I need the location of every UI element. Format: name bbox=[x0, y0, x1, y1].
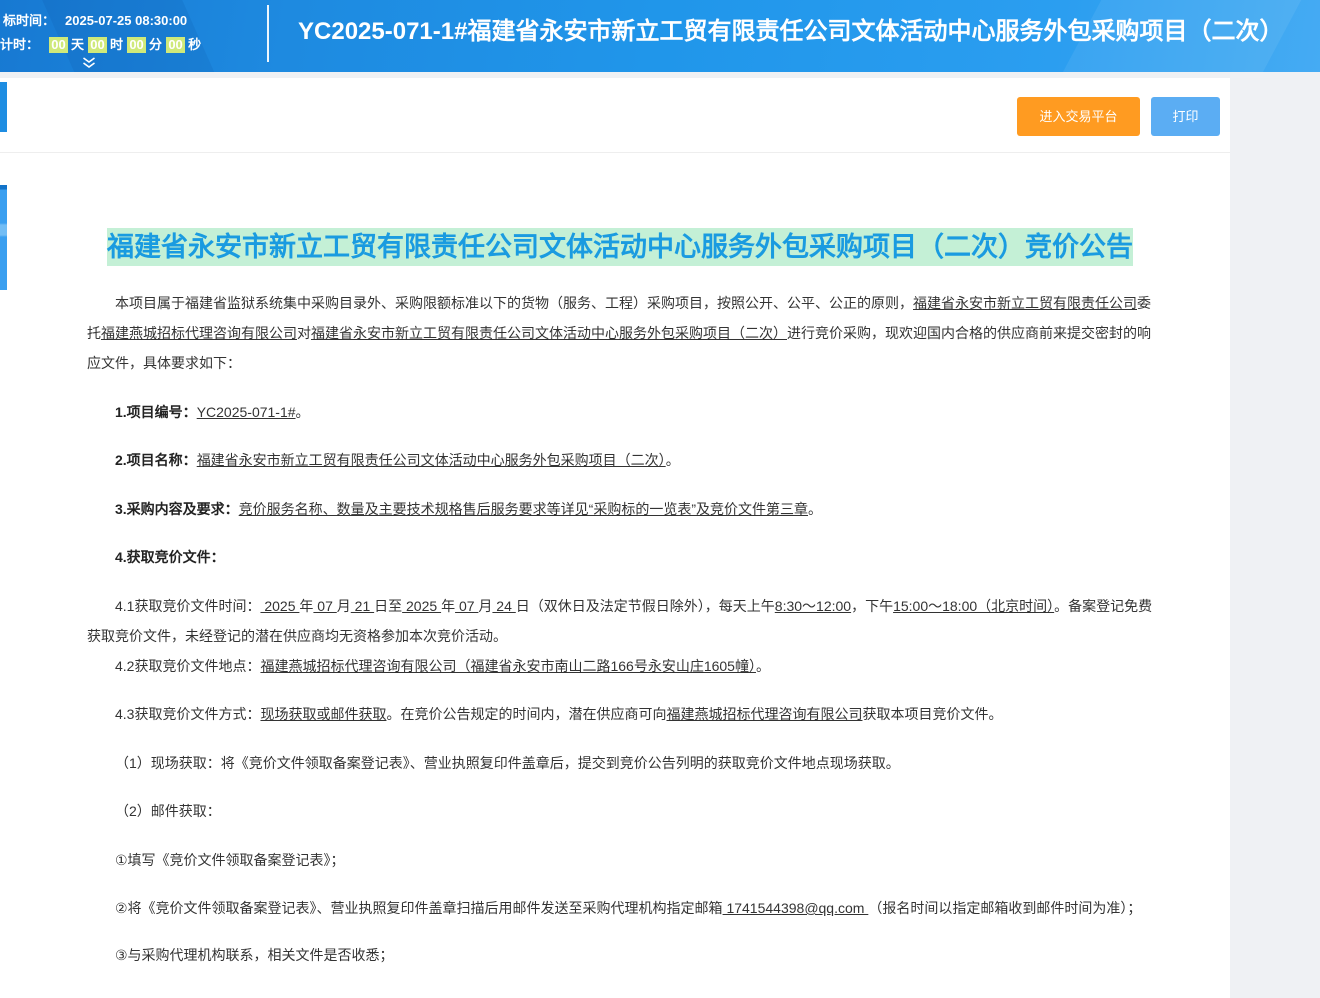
notice-paragraph: 4.2获取竞价文件地点：福建燕城招标代理咨询有限公司（福建省永安市南山二路166… bbox=[87, 651, 1153, 681]
notice-paragraph: ③与采购代理机构联系，相关文件是否收悉； bbox=[87, 942, 1153, 968]
notice-paragraph: ②将《竞价文件领取备案登记表》、营业执照复印件盖章扫描后用邮件发送至采购代理机构… bbox=[87, 893, 1153, 923]
notice-paragraph: 本项目属于福建省监狱系统集中采购目录外、采购限额标准以下的货物（服务、工程）采购… bbox=[87, 288, 1153, 378]
enter-trading-platform-button[interactable]: 进入交易平台 bbox=[1017, 97, 1140, 136]
paragraph-text: 。在竞价公告规定的时间内，潜在供应商可向 bbox=[386, 706, 667, 722]
paragraph-text: ③与采购代理机构联系，相关文件是否收悉； bbox=[115, 946, 394, 963]
paragraph-text: ②将《竞价文件领取备案登记表》、营业执照复印件盖章扫描后用邮件发送至采购代理机构… bbox=[115, 900, 723, 916]
paragraph-text: 4.2获取竞价文件地点： bbox=[115, 657, 261, 674]
notice-panel: 进入交易平台 打印 福建省永安市新立工贸有限责任公司文体活动中心服务外包采购项目… bbox=[0, 78, 1230, 998]
toolbar: 进入交易平台 打印 bbox=[0, 78, 1230, 153]
countdown: 计时： 00 天 00 时 00 分 00 秒 bbox=[0, 37, 201, 53]
underlined-field: 07 bbox=[455, 597, 479, 614]
countdown-hours-unit: 时 bbox=[110, 37, 124, 52]
paragraph-text: 年 bbox=[441, 597, 456, 614]
notice-paragraph: （1）现场获取：将《竞价文件领取备案登记表》、营业执照复印件盖章后，提交到竞价公… bbox=[87, 748, 1153, 778]
notice-paragraph: ①填写《竞价文件领取备案登记表》； bbox=[87, 845, 1153, 875]
underlined-field: 福建省永安市新立工贸有限责任公司 bbox=[913, 295, 1137, 311]
paragraph-text: 。 bbox=[808, 500, 823, 517]
open-time: 标时间： 2025-07-25 08:30:00 bbox=[3, 13, 187, 29]
underlined-field: 21 bbox=[350, 597, 375, 614]
underlined-field: 竞价服务名称、数量及主要技术规格售后服务要求等详见“采购标的一览表”及竞价文件第… bbox=[238, 500, 809, 517]
paragraph-text: 日至 bbox=[374, 597, 403, 614]
paragraph-text: 月 bbox=[478, 597, 493, 614]
countdown-minutes-value: 00 bbox=[127, 37, 147, 53]
countdown-seconds-value: 00 bbox=[166, 37, 186, 53]
notice-paragraph: 3.采购内容及要求：竞价服务名称、数量及主要技术规格售后服务要求等详见“采购标的… bbox=[87, 494, 1153, 524]
notice-paragraph: 2.项目名称：福建省永安市新立工贸有限责任公司文体活动中心服务外包采购项目（二次… bbox=[87, 445, 1153, 475]
paragraph-text: ①填写《竞价文件领取备案登记表》； bbox=[115, 851, 345, 868]
section-heading: 4.获取竞价文件： bbox=[115, 549, 225, 565]
project-title: YC2025-071-1#福建省永安市新立工贸有限责任公司文体活动中心服务外包采… bbox=[298, 18, 1284, 45]
sidebar-tab[interactable] bbox=[0, 82, 7, 132]
underlined-field: 24 bbox=[492, 597, 516, 614]
notice-paragraph: 1.项目编号：YC2025-071-1#。 bbox=[87, 397, 1153, 427]
notice-content: 福建省永安市新立工贸有限责任公司文体活动中心服务外包采购项目（二次）竞价公告 本… bbox=[87, 228, 1153, 968]
countdown-days-value: 00 bbox=[49, 37, 69, 53]
section-heading: 1.项目编号： bbox=[115, 403, 197, 420]
paragraph-text: 4.1获取竞价文件时间： bbox=[115, 597, 261, 614]
header-divider bbox=[267, 5, 269, 62]
print-button[interactable]: 打印 bbox=[1151, 97, 1220, 136]
top-header: 标时间： 2025-07-25 08:30:00 计时： 00 天 00 时 00 分 00 秒 … bbox=[0, 0, 1320, 72]
countdown-seconds-unit: 秒 bbox=[188, 37, 202, 52]
underlined-field: 福建燕城招标代理咨询有限公司 bbox=[666, 706, 863, 722]
paragraph-text: （2）邮件获取： bbox=[115, 803, 221, 819]
underlined-field: 07 bbox=[313, 597, 337, 614]
paragraph-text: 。 bbox=[295, 403, 310, 420]
chevron-double-down-icon[interactable] bbox=[82, 57, 96, 69]
notice-title: 福建省永安市新立工贸有限责任公司文体活动中心服务外包采购项目（二次）竞价公告 bbox=[107, 228, 1133, 266]
countdown-days-unit: 天 bbox=[71, 37, 85, 52]
open-time-value: 2025-07-25 08:30:00 bbox=[65, 13, 188, 28]
paragraph-text: （报名时间以指定邮箱收到邮件时间为准）； bbox=[868, 900, 1142, 916]
underlined-field: 福建省永安市新立工贸有限责任公司文体活动中心服务外包采购项目（二次） bbox=[196, 452, 666, 468]
open-time-label: 标时间： bbox=[3, 13, 56, 28]
section-heading: 3.采购内容及要求： bbox=[115, 500, 239, 517]
paragraph-text: 月 bbox=[336, 597, 351, 614]
paragraph-text: 。 bbox=[665, 452, 680, 468]
notice-title-bar: 福建省永安市新立工贸有限责任公司文体活动中心服务外包采购项目（二次）竞价公告 bbox=[87, 228, 1153, 266]
paragraph-text: 本项目属于福建省监狱系统集中采购目录外、采购限额标准以下的货物（服务、工程）采购… bbox=[115, 295, 913, 311]
notice-paragraph: （2）邮件获取： bbox=[87, 796, 1153, 826]
chevron-double-down-icon-graphic bbox=[83, 57, 95, 68]
underlined-field: 15:00～18:00（北京时间） bbox=[893, 597, 1055, 614]
section-heading: 2.项目名称： bbox=[115, 452, 197, 468]
paragraph-text: 获取本项目竞价文件。 bbox=[862, 706, 1003, 722]
paragraph-text: ，下午 bbox=[851, 597, 894, 614]
notice-paragraph: 4.1获取竞价文件时间： 2025 年 07 月 21 日至 2025 年 07… bbox=[87, 591, 1153, 651]
paragraph-text: 对 bbox=[297, 325, 311, 341]
countdown-label: 计时： bbox=[0, 37, 40, 52]
countdown-minutes-unit: 分 bbox=[149, 37, 163, 52]
paragraph-text: 日（双休日及法定节假日除外），每天上午 bbox=[515, 597, 775, 614]
paragraph-text: （1）现场获取：将《竞价文件领取备案登记表》、营业执照复印件盖章后，提交到竞价公… bbox=[115, 754, 900, 771]
underlined-field: 8:30～12:00 bbox=[774, 597, 852, 614]
notice-paragraph: 4.获取竞价文件： bbox=[87, 542, 1153, 572]
underlined-field: 2025 bbox=[402, 597, 442, 614]
notice-body: 本项目属于福建省监狱系统集中采购目录外、采购限额标准以下的货物（服务、工程）采购… bbox=[87, 288, 1153, 968]
underlined-field: 福建燕城招标代理咨询有限公司 bbox=[101, 325, 297, 341]
countdown-hours-value: 00 bbox=[88, 37, 108, 53]
underlined-field: 福建省永安市新立工贸有限责任公司文体活动中心服务外包采购项目（二次） bbox=[311, 325, 787, 341]
underlined-field: 福建燕城招标代理咨询有限公司（福建省永安市南山二路166号永安山庄1605幢） bbox=[260, 657, 756, 674]
underlined-field: 现场获取或邮件获取 bbox=[260, 706, 387, 722]
underlined-field: YC2025-071-1# bbox=[196, 403, 296, 420]
sidebar-tab[interactable] bbox=[0, 185, 7, 290]
notice-paragraph: 4.3获取竞价文件方式：现场获取或邮件获取。在竞价公告规定的时间内，潜在供应商可… bbox=[87, 699, 1153, 729]
paragraph-text: 4.3获取竞价文件方式： bbox=[115, 706, 261, 722]
underlined-field: 1741544398@qq.com bbox=[722, 900, 869, 916]
paragraph-text: 。 bbox=[755, 657, 770, 674]
paragraph-text: 年 bbox=[299, 597, 314, 614]
underlined-field: 2025 bbox=[260, 597, 300, 614]
